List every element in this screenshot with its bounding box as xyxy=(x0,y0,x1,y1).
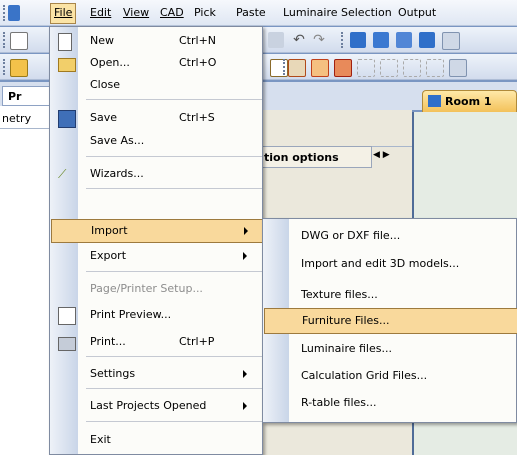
menu-item-print-preview[interactable]: Print Preview... xyxy=(51,304,261,326)
menu-separator xyxy=(86,356,262,357)
menu-item-page-setup[interactable]: Page/Printer Setup... xyxy=(51,278,261,300)
menu-item-import[interactable]: Import xyxy=(51,219,263,243)
folder-open-icon xyxy=(58,58,76,72)
menu-item-exit[interactable]: Exit xyxy=(51,429,261,451)
calculation-options-tab[interactable]: tion options xyxy=(262,146,372,168)
submenu-arrow-icon xyxy=(243,252,247,260)
submenu-item-furniture[interactable]: Furniture Files... xyxy=(264,308,517,334)
menu-item-wizards[interactable]: ⟋ Wizards... xyxy=(51,163,261,185)
open-room-icon[interactable] xyxy=(419,32,435,48)
menu-item-print[interactable]: Print... Ctrl+P xyxy=(51,331,261,353)
menu-item-close[interactable]: Close xyxy=(51,74,261,96)
menu-separator xyxy=(86,99,262,100)
menu-item-export[interactable]: Export xyxy=(51,245,261,267)
print-preview-icon xyxy=(58,307,76,325)
luminaire-icon[interactable] xyxy=(288,59,306,77)
luminaire-field-icon[interactable] xyxy=(311,59,329,77)
save-disk-icon xyxy=(58,110,76,128)
menu-item-save[interactable]: Save Ctrl+S xyxy=(51,107,261,129)
submenu-item-calc-grid[interactable]: Calculation Grid Files... xyxy=(264,364,516,388)
submenu-arrow-icon xyxy=(243,402,247,410)
menu-separator xyxy=(86,188,262,189)
submenu-arrow-icon xyxy=(244,227,248,235)
menu-output[interactable]: Output xyxy=(398,5,436,21)
menu-bar: File Edit View CAD Pick Paste Luminaire … xyxy=(0,0,517,26)
menu-luminaire-selection[interactable]: Luminaire Selection xyxy=(283,5,392,21)
toolbar-grip[interactable] xyxy=(3,32,8,48)
magic-wand-icon: ⟋ xyxy=(58,167,67,181)
submenu-arrow-icon xyxy=(243,370,247,378)
menu-view[interactable]: View xyxy=(123,5,149,21)
redo-icon[interactable]: ↷ xyxy=(311,32,327,48)
menu-item-new[interactable]: New Ctrl+N xyxy=(51,30,261,52)
output-icon[interactable] xyxy=(449,59,467,77)
view-icon[interactable] xyxy=(442,32,460,50)
new-doc-icon[interactable] xyxy=(10,32,28,50)
submenu-item-dwg-dxf[interactable]: DWG or DXF file... xyxy=(264,224,516,248)
menu-pick[interactable]: Pick xyxy=(194,5,216,21)
import-submenu: DWG or DXF file... Import and edit 3D mo… xyxy=(262,218,517,423)
menu-file[interactable]: File xyxy=(50,3,77,24)
room-icon[interactable] xyxy=(350,32,366,48)
menu-separator xyxy=(86,421,262,422)
printer-icon xyxy=(58,337,76,351)
toolbar-grip[interactable] xyxy=(3,59,8,75)
toolbar-grip[interactable] xyxy=(341,32,346,48)
luminaire-align-icon[interactable] xyxy=(426,59,444,77)
menu-separator xyxy=(86,388,262,389)
tab-scroll-arrows[interactable]: ◀ ▶ xyxy=(373,150,390,160)
new-doc-icon xyxy=(58,33,72,51)
panel-label: netry xyxy=(2,112,32,125)
menu-item-settings[interactable]: Settings xyxy=(51,363,261,385)
project-manager-tab[interactable]: Pr xyxy=(2,86,50,106)
copy-icon[interactable] xyxy=(268,32,284,48)
menu-item-open[interactable]: Open... Ctrl+O xyxy=(51,52,261,74)
room-tab[interactable]: Room 1 xyxy=(422,90,517,112)
app-icon xyxy=(8,5,20,21)
luminaire-circle-icon[interactable] xyxy=(357,59,375,77)
project-panel: netry xyxy=(0,106,52,455)
menu-separator xyxy=(86,271,262,272)
menu-edit[interactable]: Edit xyxy=(90,5,111,21)
menu-separator xyxy=(86,156,262,157)
submenu-item-3d-models[interactable]: Import and edit 3D models... xyxy=(264,252,516,276)
undo-icon[interactable]: ↶ xyxy=(291,32,307,48)
menu-cad[interactable]: CAD xyxy=(160,5,184,21)
menu-paste[interactable]: Paste xyxy=(236,5,266,21)
l-room-icon[interactable] xyxy=(373,32,389,48)
submenu-item-luminaire[interactable]: Luminaire files... xyxy=(264,337,516,361)
luminaire-line-icon[interactable] xyxy=(334,59,352,77)
menu-item-save-as[interactable]: Save As... xyxy=(51,130,261,152)
room-icon xyxy=(428,95,441,107)
file-menu: New Ctrl+N Open... Ctrl+O Close Save Ctr… xyxy=(49,26,263,455)
submenu-item-texture[interactable]: Texture files... xyxy=(264,283,516,307)
luminaire-rotate-icon[interactable] xyxy=(403,59,421,77)
luminaire-single-icon[interactable] xyxy=(380,59,398,77)
menu-item-last-projects[interactable]: Last Projects Opened xyxy=(51,395,261,417)
divider xyxy=(0,128,52,129)
submenu-item-r-table[interactable]: R-table files... xyxy=(264,391,516,415)
wizard-toolbar-icon[interactable] xyxy=(10,59,28,77)
box-room-icon[interactable] xyxy=(396,32,412,48)
